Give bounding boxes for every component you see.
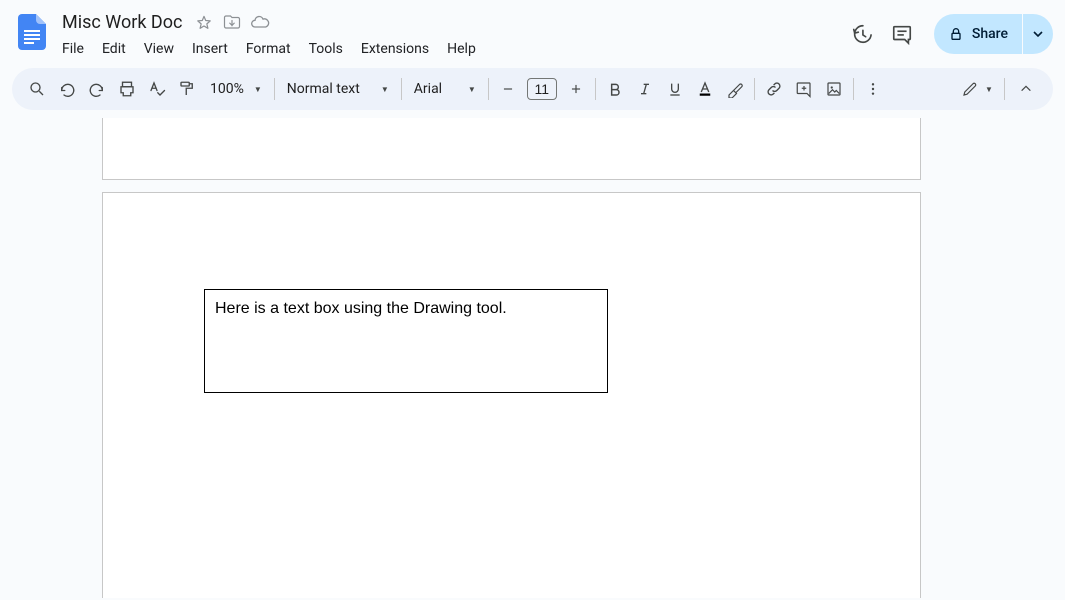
menubar: File Edit View Insert Format Tools Exten… (56, 36, 842, 62)
add-comment-icon[interactable] (789, 74, 819, 104)
menu-edit[interactable]: Edit (93, 39, 135, 59)
menu-view[interactable]: View (135, 39, 183, 59)
cloud-status-icon[interactable] (248, 10, 272, 34)
document-canvas[interactable]: Here is a text box using the Drawing too… (0, 118, 1065, 598)
chevron-down-icon: ▼ (468, 85, 476, 94)
insert-image-icon[interactable] (819, 74, 849, 104)
style-dropdown[interactable]: Normal text ▼ (279, 81, 397, 97)
doc-title[interactable]: Misc Work Doc (56, 12, 188, 33)
menu-extensions[interactable]: Extensions (352, 39, 438, 59)
chevron-down-icon: ▼ (381, 85, 389, 94)
font-name: Arial (414, 81, 442, 97)
more-tools-icon[interactable] (858, 74, 888, 104)
separator (401, 78, 402, 100)
search-menus-icon[interactable] (22, 74, 52, 104)
comments-icon[interactable] (882, 14, 922, 54)
font-dropdown[interactable]: Arial ▼ (406, 81, 484, 97)
page-current[interactable]: Here is a text box using the Drawing too… (102, 192, 921, 598)
separator (488, 78, 489, 100)
share-dropdown[interactable] (1023, 14, 1053, 54)
redo-icon[interactable] (82, 74, 112, 104)
increase-font-size-icon[interactable] (561, 74, 591, 104)
history-icon[interactable] (842, 14, 882, 54)
docs-icon (18, 14, 46, 50)
print-icon[interactable] (112, 74, 142, 104)
paragraph-style: Normal text (287, 81, 360, 97)
editing-mode-dropdown[interactable]: ▼ (954, 74, 1000, 104)
page-previous[interactable] (102, 118, 921, 180)
menu-help[interactable]: Help (438, 39, 485, 59)
menu-format[interactable]: Format (237, 39, 300, 59)
toolbar: 100% ▼ Normal text ▼ Arial ▼ ▼ (12, 68, 1053, 110)
insert-link-icon[interactable] (759, 74, 789, 104)
move-icon[interactable] (220, 10, 244, 34)
italic-icon[interactable] (630, 74, 660, 104)
separator (853, 78, 854, 100)
zoom-value: 100% (210, 81, 244, 97)
separator (595, 78, 596, 100)
header: Misc Work Doc File Edit View Insert Form… (0, 0, 1065, 62)
menu-tools[interactable]: Tools (300, 39, 352, 59)
collapse-toolbar-icon[interactable] (1009, 72, 1043, 106)
menu-file[interactable]: File (56, 39, 93, 59)
chevron-down-icon: ▼ (985, 85, 993, 94)
undo-icon[interactable] (52, 74, 82, 104)
drawing-text-content: Here is a text box using the Drawing too… (215, 300, 507, 317)
share-label: Share (972, 26, 1008, 42)
drawing-text-box[interactable]: Here is a text box using the Drawing too… (204, 289, 608, 393)
separator (1004, 78, 1005, 100)
font-size-input[interactable] (527, 78, 557, 100)
paint-format-icon[interactable] (172, 74, 202, 104)
share-button[interactable]: Share (934, 14, 1022, 54)
separator (754, 78, 755, 100)
spellcheck-icon[interactable] (142, 74, 172, 104)
underline-icon[interactable] (660, 74, 690, 104)
chevron-down-icon: ▼ (254, 85, 262, 94)
docs-logo[interactable] (12, 12, 52, 52)
header-right: Share (842, 14, 1053, 54)
lock-icon (948, 26, 964, 42)
decrease-font-size-icon[interactable] (493, 74, 523, 104)
zoom-dropdown[interactable]: 100% ▼ (202, 81, 270, 97)
title-row: Misc Work Doc (56, 10, 842, 34)
menu-insert[interactable]: Insert (183, 39, 237, 59)
pencil-icon (961, 80, 979, 98)
bold-icon[interactable] (600, 74, 630, 104)
separator (274, 78, 275, 100)
highlight-color-icon[interactable] (720, 74, 750, 104)
text-color-icon[interactable] (690, 74, 720, 104)
star-icon[interactable] (192, 10, 216, 34)
chevron-down-icon (1033, 29, 1043, 39)
